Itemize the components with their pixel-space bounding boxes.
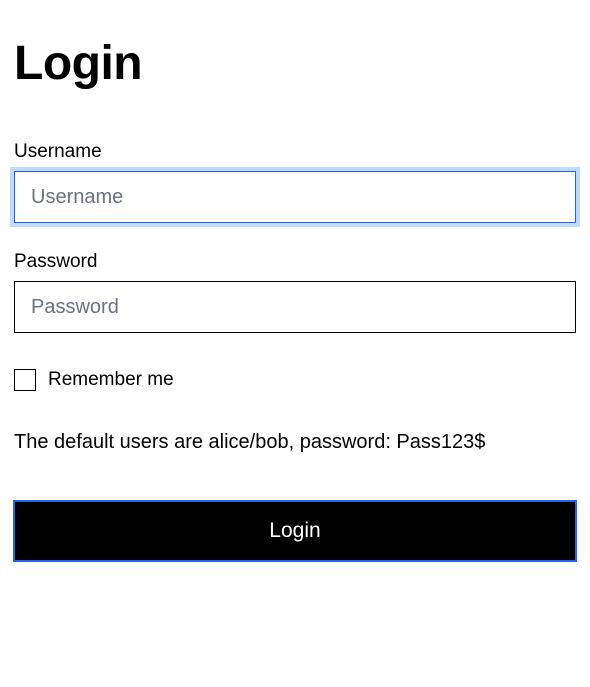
username-input[interactable] — [14, 171, 576, 223]
login-button[interactable]: Login — [14, 501, 576, 561]
page-title: Login — [14, 36, 576, 91]
password-label: Password — [14, 251, 576, 273]
password-group: Password — [14, 251, 576, 333]
remember-row: Remember me — [14, 369, 576, 391]
password-input[interactable] — [14, 281, 576, 333]
remember-label: Remember me — [48, 369, 174, 391]
username-label: Username — [14, 141, 576, 163]
hint-text: The default users are alice/bob, passwor… — [14, 427, 576, 457]
username-group: Username — [14, 141, 576, 223]
remember-checkbox[interactable] — [14, 369, 36, 391]
